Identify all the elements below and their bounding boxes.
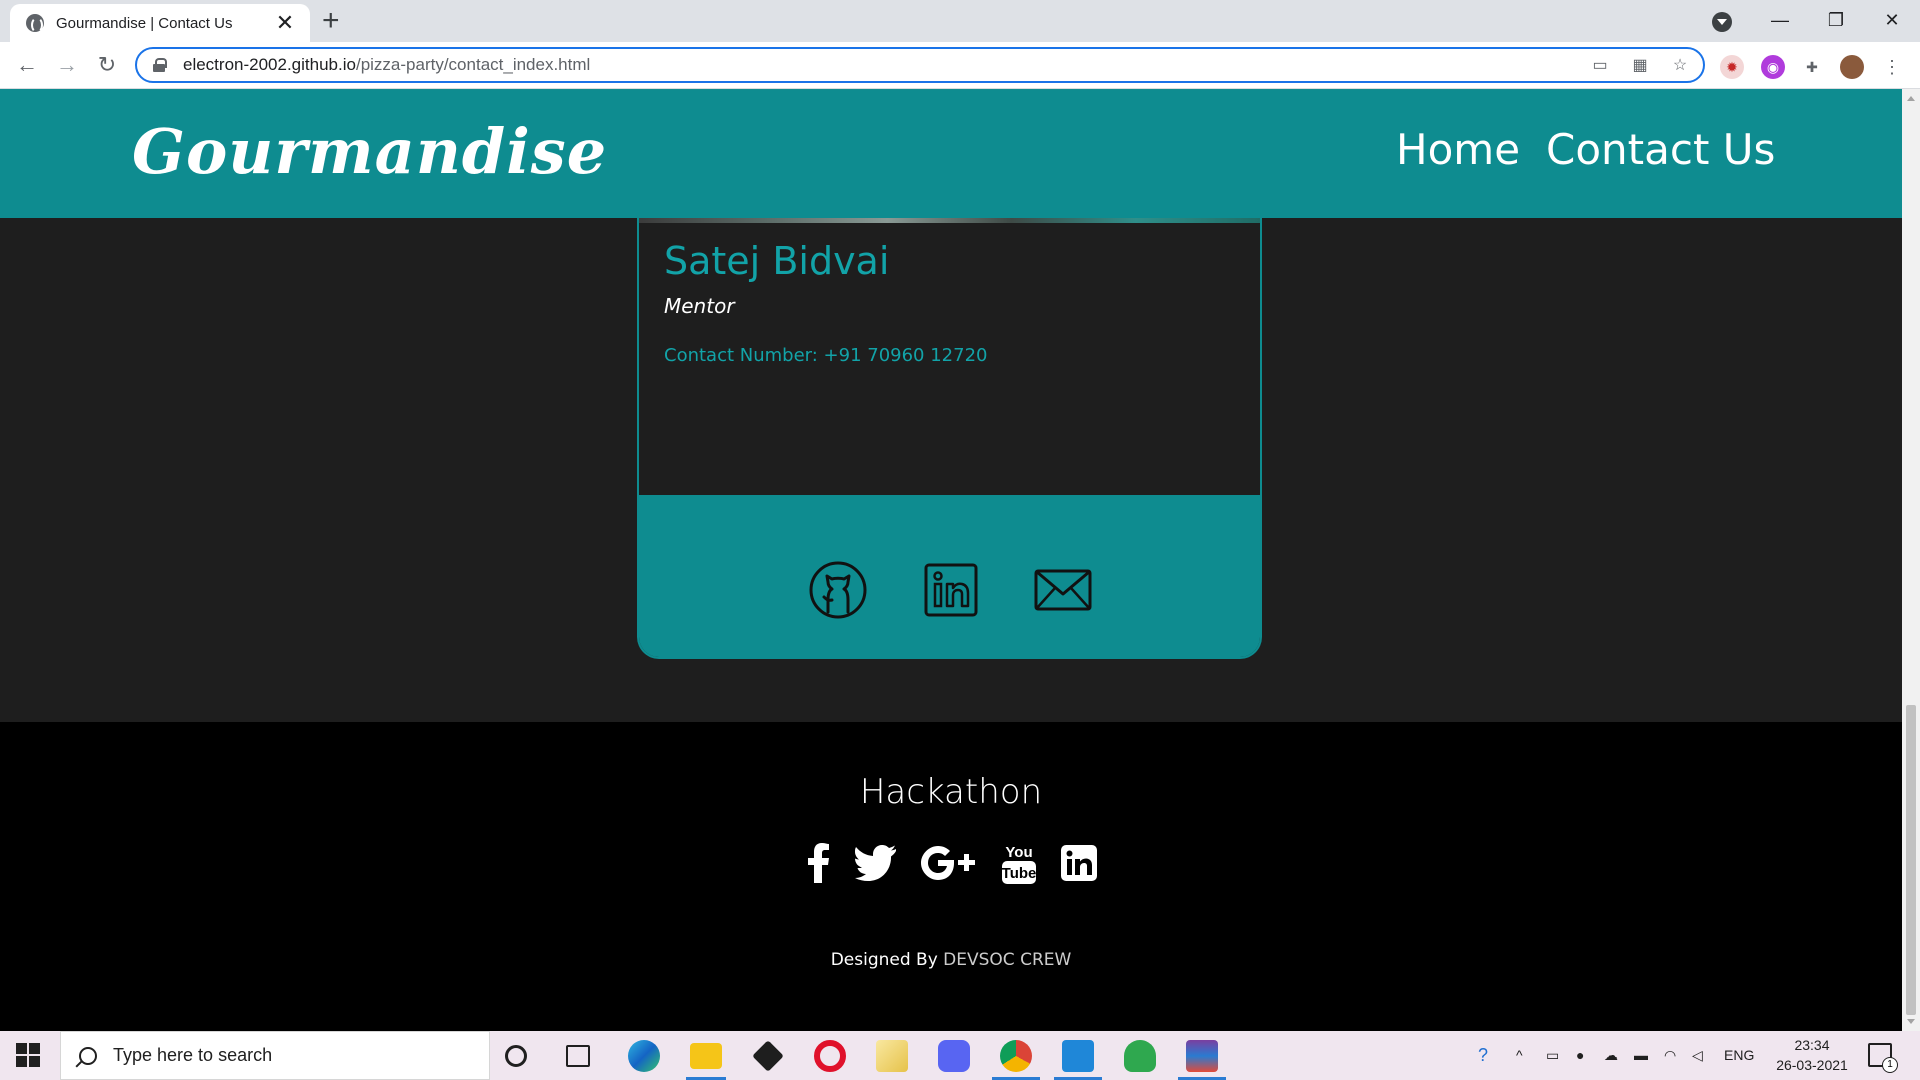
credit-link[interactable]: DEVSOC CREW bbox=[943, 950, 1071, 970]
svg-text:You: You bbox=[1005, 844, 1032, 861]
volume-icon[interactable]: ◁ bbox=[1692, 1031, 1703, 1080]
onedrive-icon[interactable]: ☁ bbox=[1604, 1031, 1618, 1080]
member-name: Satej Bidvai bbox=[664, 239, 890, 283]
extension-purple-icon[interactable]: ◉ bbox=[1761, 55, 1785, 79]
mail-icon[interactable] bbox=[1033, 560, 1093, 620]
reload-icon[interactable]: ↻ bbox=[92, 50, 122, 80]
scrollbar-thumb[interactable] bbox=[1906, 705, 1916, 1015]
lock-icon bbox=[153, 58, 167, 72]
page-scrollbar[interactable] bbox=[1902, 89, 1920, 1031]
google-plus-icon[interactable] bbox=[921, 840, 977, 886]
tab-close-button[interactable]: ✕ bbox=[274, 12, 296, 34]
page-viewport: Gourmandise Home Contact Us Satej Bidvai… bbox=[0, 89, 1902, 1031]
browser-tab[interactable]: Gourmandise | Contact Us ✕ bbox=[10, 4, 310, 42]
python-icon[interactable] bbox=[876, 1040, 908, 1072]
cast-icon[interactable]: ▭ bbox=[1587, 53, 1613, 79]
cortana-icon[interactable] bbox=[505, 1045, 527, 1067]
opera-icon[interactable] bbox=[814, 1040, 846, 1072]
minimize-button[interactable]: — bbox=[1752, 0, 1808, 42]
browser-toolbar: ← → ↻ electron-2002.github.io/pizza-part… bbox=[0, 42, 1920, 89]
battery-icon[interactable]: ▬ bbox=[1634, 1031, 1648, 1080]
browser-tab-strip: Gourmandise | Contact Us ✕ + — ❐ ✕ bbox=[0, 0, 1920, 42]
profile-avatar[interactable] bbox=[1840, 55, 1864, 79]
action-center-icon[interactable]: 1 bbox=[1868, 1043, 1898, 1073]
brand-logo[interactable]: Gourmandise bbox=[132, 115, 607, 188]
linkedin-icon[interactable] bbox=[1061, 840, 1097, 886]
site-header: Gourmandise Home Contact Us bbox=[0, 89, 1902, 218]
nav-contact-link[interactable]: Contact Us bbox=[1546, 125, 1775, 174]
tab-title: Gourmandise | Contact Us bbox=[56, 14, 233, 32]
task-view-icon[interactable] bbox=[566, 1045, 590, 1067]
globe-icon bbox=[26, 14, 44, 33]
github-icon[interactable] bbox=[808, 560, 868, 620]
show-hidden-icons-chevron-icon[interactable]: ^ bbox=[1516, 1031, 1523, 1080]
footer-title: Hackathon bbox=[859, 772, 1043, 812]
new-tab-button[interactable]: + bbox=[322, 6, 340, 36]
twitter-icon[interactable] bbox=[855, 840, 897, 886]
credit-prefix: Designed By bbox=[830, 950, 938, 970]
extension-bug-icon[interactable]: ✹ bbox=[1720, 55, 1744, 79]
back-arrow-icon[interactable]: ← bbox=[12, 50, 42, 80]
discord-icon[interactable] bbox=[938, 1040, 970, 1072]
member-contact-number: Contact Number: +91 70960 12720 bbox=[664, 345, 988, 366]
nav-home-link[interactable]: Home bbox=[1396, 125, 1520, 174]
app-icon[interactable] bbox=[1124, 1040, 1156, 1072]
windows-taskbar: Type here to search ? ^ ▭ ● ☁ ▬ ◠ ◁ ENG … bbox=[0, 1031, 1920, 1080]
clock-date: 26-03-2021 bbox=[1776, 1057, 1848, 1073]
dropbox-icon[interactable] bbox=[752, 1040, 784, 1072]
restore-button[interactable]: ❐ bbox=[1808, 0, 1864, 42]
tab-search-icon[interactable] bbox=[1712, 12, 1732, 32]
close-window-button[interactable]: ✕ bbox=[1864, 0, 1920, 42]
file-explorer-icon[interactable] bbox=[690, 1043, 722, 1069]
chrome-icon[interactable] bbox=[1000, 1040, 1032, 1072]
search-icon bbox=[79, 1046, 97, 1065]
youtube-icon[interactable]: You Tube bbox=[1001, 840, 1037, 886]
designer-credit: Designed By DEVSOC CREW bbox=[0, 950, 1902, 970]
svg-text:Tube: Tube bbox=[1002, 865, 1037, 882]
meet-now-icon[interactable]: ▭ bbox=[1546, 1031, 1559, 1080]
taskbar-clock[interactable]: 23:34 26-03-2021 bbox=[1760, 1035, 1864, 1075]
linkedin-icon[interactable] bbox=[921, 560, 981, 620]
qr-code-icon[interactable]: ▦ bbox=[1627, 53, 1653, 79]
card-social-bar bbox=[639, 495, 1260, 657]
bookmark-star-icon[interactable]: ☆ bbox=[1667, 53, 1693, 79]
url-text[interactable]: electron-2002.github.io/pizza-party/cont… bbox=[183, 55, 590, 75]
taskbar-search-box[interactable]: Type here to search bbox=[60, 1031, 490, 1080]
notification-count: 1 bbox=[1882, 1057, 1898, 1073]
search-placeholder: Type here to search bbox=[113, 1045, 273, 1065]
microphone-icon[interactable]: ● bbox=[1576, 1031, 1584, 1080]
address-bar[interactable]: electron-2002.github.io/pizza-party/cont… bbox=[135, 47, 1705, 83]
scroll-down-arrow-icon[interactable] bbox=[1907, 1019, 1915, 1024]
forward-arrow-icon[interactable]: → bbox=[52, 50, 82, 80]
clock-time: 23:34 bbox=[1794, 1037, 1830, 1053]
language-indicator[interactable]: ENG bbox=[1724, 1031, 1754, 1080]
extensions-puzzle-icon[interactable]: ✚ bbox=[1800, 55, 1824, 79]
edge-icon[interactable] bbox=[628, 1040, 660, 1072]
scroll-up-arrow-icon[interactable] bbox=[1907, 96, 1915, 101]
windows-start-icon[interactable] bbox=[16, 1043, 40, 1067]
team-member-card: Satej Bidvai Mentor Contact Number: +91 … bbox=[637, 189, 1262, 659]
footer-social-links: You Tube bbox=[0, 840, 1902, 886]
member-role: Mentor bbox=[664, 294, 735, 318]
wifi-icon[interactable]: ◠ bbox=[1664, 1031, 1676, 1080]
facebook-icon[interactable] bbox=[805, 840, 831, 886]
kebab-menu-icon[interactable]: ⋮ bbox=[1880, 55, 1904, 79]
help-icon[interactable]: ? bbox=[1478, 1031, 1488, 1080]
winrar-icon[interactable] bbox=[1186, 1040, 1218, 1072]
vscode-icon[interactable] bbox=[1062, 1040, 1094, 1072]
site-footer: Hackathon You Tube Designed By DEVSOC CR… bbox=[0, 722, 1902, 1031]
